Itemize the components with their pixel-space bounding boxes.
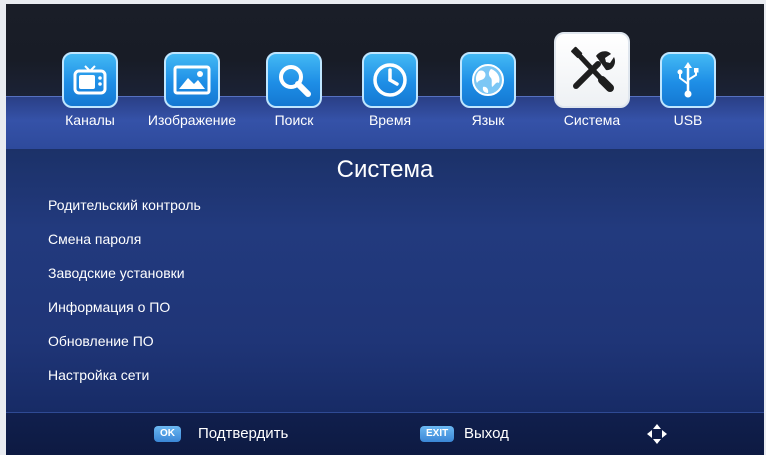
search-icon — [266, 52, 322, 108]
exit-key-badge[interactable]: EXIT — [420, 426, 455, 442]
globe-icon — [460, 52, 516, 108]
tab-label: Каналы — [65, 112, 115, 128]
list-item-parental-control[interactable]: Родительский контроль — [48, 196, 201, 230]
list-item-network-settings[interactable]: Настройка сети — [48, 366, 201, 400]
list-item-software-info[interactable]: Информация о ПО — [48, 298, 201, 332]
tab-usb[interactable]: USB — [656, 52, 720, 128]
tab-system[interactable]: Система — [552, 32, 632, 128]
clock-icon — [362, 52, 418, 108]
tab-label: Язык — [471, 112, 505, 128]
list-item-factory-reset[interactable]: Заводские установки — [48, 264, 201, 298]
tab-time[interactable]: Время — [358, 52, 422, 128]
tab-label: USB — [673, 112, 703, 128]
usb-icon — [660, 52, 716, 108]
tab-channels[interactable]: Каналы — [58, 52, 122, 128]
confirm-label: Подтвердить — [198, 425, 289, 442]
tab-label: Система — [563, 112, 621, 128]
list-item-change-password[interactable]: Смена пароля — [48, 230, 201, 264]
settings-list: Родительский контроль Смена пароля Завод… — [48, 196, 201, 400]
ok-key-badge[interactable]: OK — [154, 426, 181, 442]
tab-label: Поиск — [274, 112, 314, 128]
tab-picture[interactable]: Изображение — [142, 52, 242, 128]
footer-bar: OK Подтвердить EXIT Выход — [6, 412, 764, 455]
tab-search[interactable]: Поиск — [262, 52, 326, 128]
tv-icon — [62, 52, 118, 108]
dpad-arrows-icon — [646, 423, 668, 450]
picture-icon — [164, 52, 220, 108]
tools-icon — [554, 32, 630, 108]
tab-label: Изображение — [147, 112, 237, 128]
tab-language[interactable]: Язык — [456, 52, 520, 128]
list-item-software-update[interactable]: Обновление ПО — [48, 332, 201, 366]
tv-screen: Каналы Изображение Поиск Время Язык Сист… — [6, 4, 764, 455]
page-title: Система — [336, 156, 434, 183]
tab-label: Время — [368, 112, 412, 128]
exit-label: Выход — [464, 425, 509, 442]
